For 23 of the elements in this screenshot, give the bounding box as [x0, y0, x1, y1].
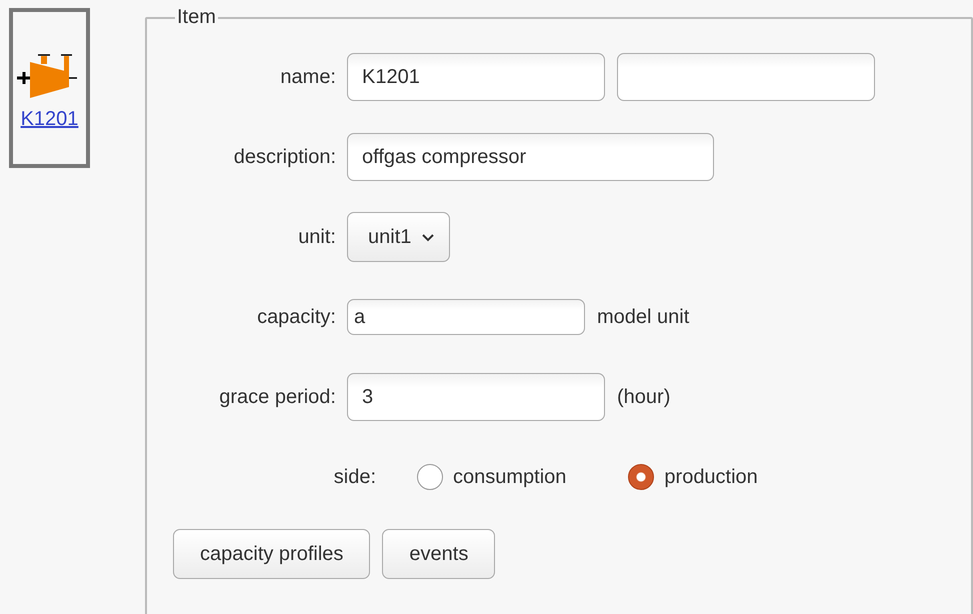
field-label: capacity: [256, 306, 336, 328]
text-field[interactable]: 3 [347, 373, 605, 421]
text-field[interactable]: a [347, 299, 585, 335]
name-extra-field[interactable] [617, 53, 875, 101]
field-label: description: [232, 146, 336, 168]
name-field[interactable]: K1201 [347, 53, 605, 101]
item-link[interactable]: K1201 [20, 108, 78, 131]
action-button[interactable]: events [382, 529, 496, 579]
radio-option[interactable]: production [628, 464, 758, 490]
radio-option[interactable]: consumption [417, 464, 566, 490]
text-field[interactable]: offgas compressor [347, 133, 714, 181]
field-label: unit: [297, 226, 336, 248]
field-label: name: [279, 66, 336, 88]
unit-dropdown[interactable]: unit1 [347, 212, 450, 262]
field-label: side: [332, 466, 376, 488]
unit-label: (hour) [617, 386, 670, 408]
fieldset-legend: Item [175, 6, 218, 29]
radio-button[interactable] [628, 464, 654, 490]
field-label: grace period: [218, 386, 336, 408]
unit-label: model unit [597, 306, 690, 328]
caret-icon [421, 232, 436, 242]
action-button[interactable]: capacity profiles [173, 529, 370, 579]
radio-button[interactable] [417, 464, 443, 490]
